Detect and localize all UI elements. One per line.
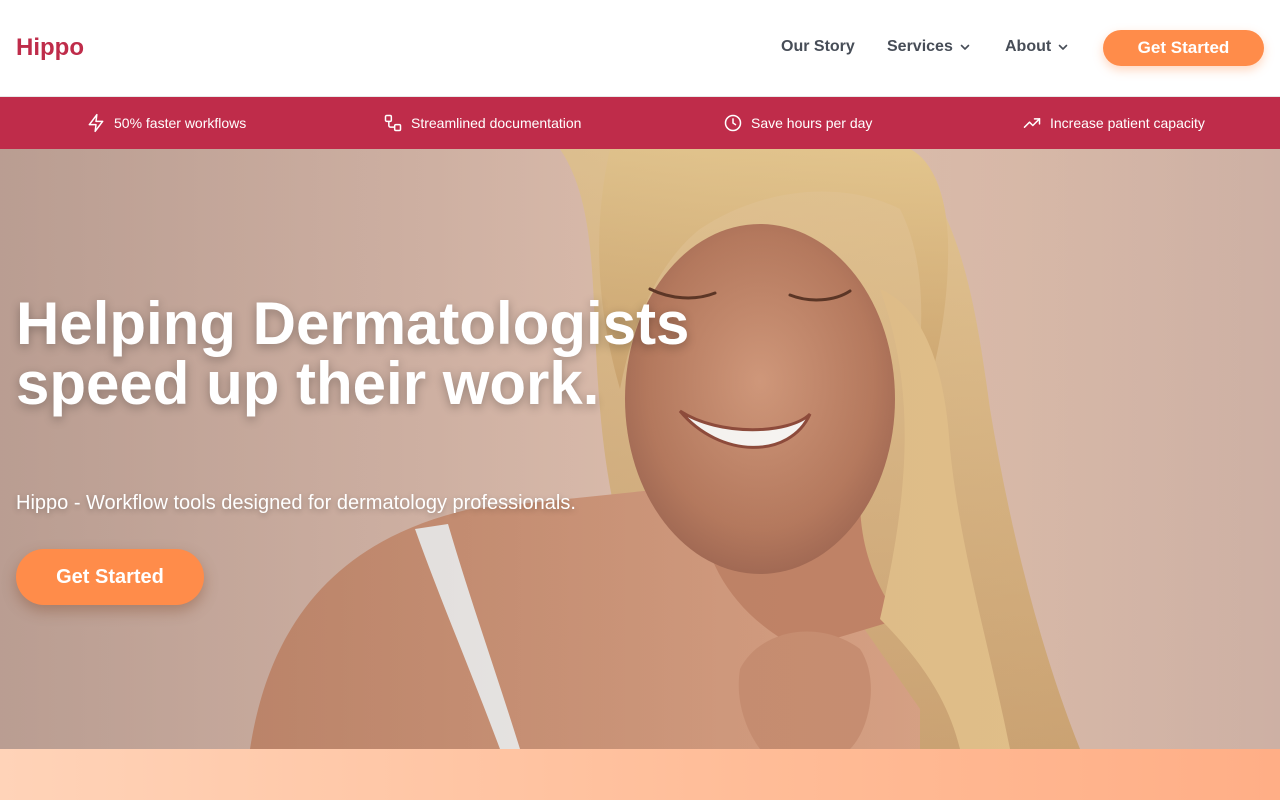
feature-item: Save hours per day <box>723 97 872 149</box>
logo[interactable]: Hippo <box>16 33 84 63</box>
feature-strip: 50% faster workflows Streamlined documen… <box>0 97 1280 149</box>
hero-get-started-button[interactable]: Get Started <box>16 549 204 605</box>
next-section-band <box>0 749 1280 800</box>
nav-services-label: Services <box>887 38 953 55</box>
hero-title: Helping Dermatologists speed up their wo… <box>16 290 690 417</box>
chevron-down-icon <box>960 44 970 50</box>
chevron-down-icon <box>1058 44 1068 50</box>
nav-our-story-label: Our Story <box>781 38 855 55</box>
feature-label: Streamlined documentation <box>411 115 582 131</box>
header-get-started-button[interactable]: Get Started <box>1103 30 1264 66</box>
feature-item: Streamlined documentation <box>383 97 581 149</box>
feature-item: 50% faster workflows <box>86 97 246 149</box>
lightning-icon <box>88 113 104 133</box>
nav-services[interactable]: Services <box>887 37 971 57</box>
nav-our-story[interactable]: Our Story <box>781 37 855 57</box>
feature-label: Increase patient capacity <box>1050 115 1205 131</box>
hero-section: Helping Dermatologists speed up their wo… <box>0 149 1280 749</box>
clock-icon <box>724 114 742 132</box>
workflow-icon <box>384 114 402 132</box>
trending-up-icon <box>1023 118 1041 128</box>
feature-label: 50% faster workflows <box>114 115 247 131</box>
site-header: Hippo Our Story Services About Get Start… <box>0 0 1280 97</box>
feature-item: Increase patient capacity <box>1022 97 1205 149</box>
nav-about-label: About <box>1005 38 1052 55</box>
feature-label: Save hours per day <box>751 115 873 131</box>
hero-subtitle: Hippo - Workflow tools designed for derm… <box>16 492 576 514</box>
nav-about[interactable]: About <box>1005 37 1069 57</box>
hero-overlay <box>0 149 1280 749</box>
